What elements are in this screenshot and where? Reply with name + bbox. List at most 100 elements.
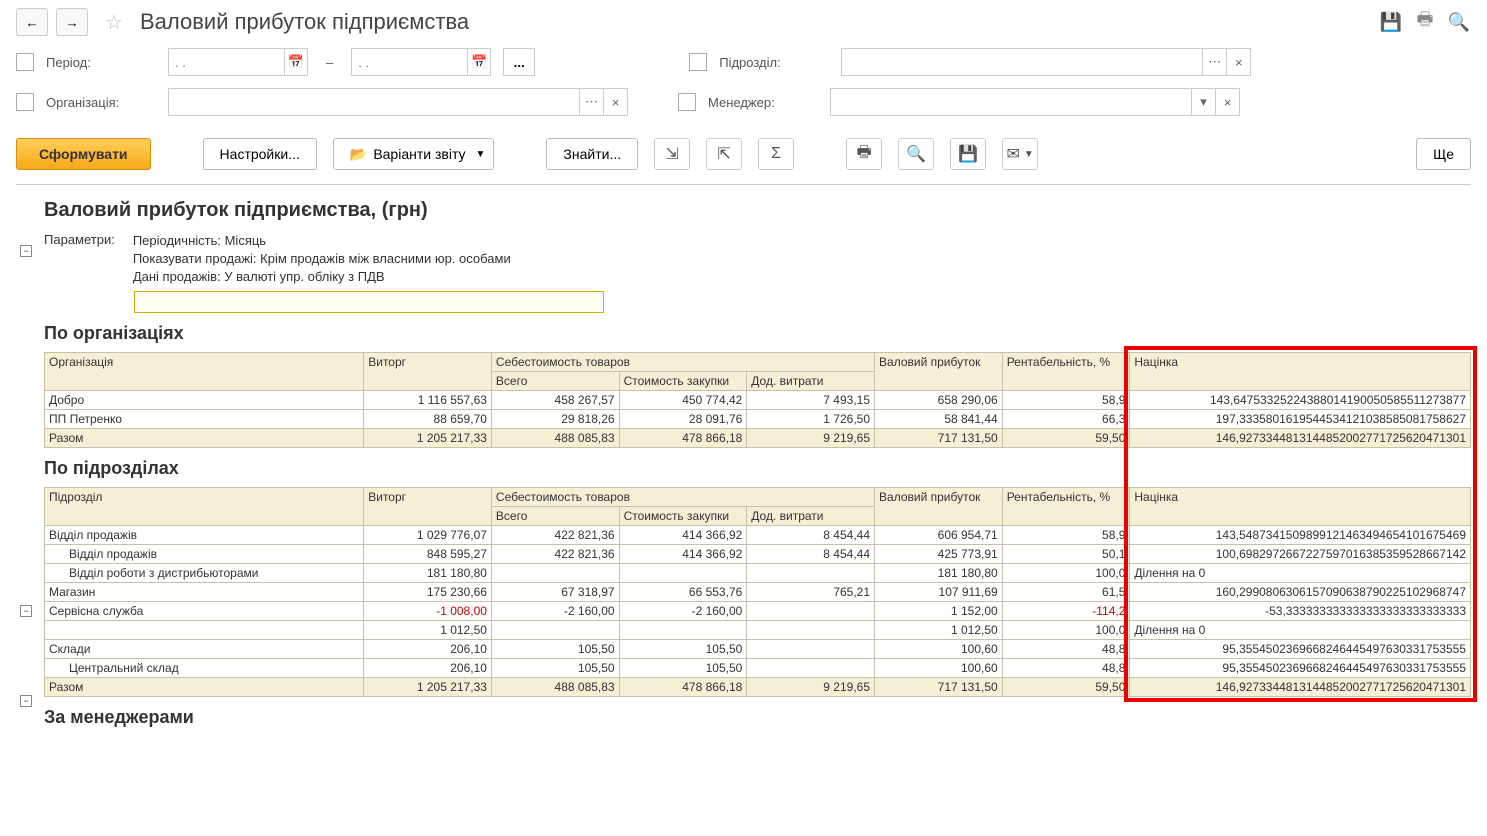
- cell-rent: 50,1: [1002, 544, 1130, 563]
- cell-revenue: 181 180,80: [364, 563, 492, 582]
- cell-revenue: 1 029 776,07: [364, 525, 492, 544]
- print-button[interactable]: 🖶: [846, 138, 882, 170]
- dots-icon[interactable]: ⋯: [579, 89, 603, 115]
- date-to-field[interactable]: [352, 55, 467, 70]
- more-button[interactable]: Ще: [1416, 138, 1471, 170]
- cell-rent: 48,8: [1002, 658, 1130, 677]
- save-icon[interactable]: 💾: [1379, 10, 1403, 34]
- cell-add-exp: [747, 563, 875, 582]
- date-to-input[interactable]: 📅: [351, 48, 491, 76]
- report-variants-button[interactable]: 📂 Варіанти звіту ▼: [333, 138, 495, 170]
- cell-add-exp: 8 454,44: [747, 525, 875, 544]
- table-row[interactable]: ПП Петренко 88 659,70 29 818,26 28 091,7…: [45, 409, 1471, 428]
- table-row[interactable]: Відділ продажів 848 595,27 422 821,36 41…: [45, 544, 1471, 563]
- preview-button[interactable]: 🔍: [898, 138, 934, 170]
- organization-select[interactable]: ⋯ ×: [168, 88, 628, 116]
- calendar-icon[interactable]: 📅: [467, 49, 490, 75]
- dots-icon[interactable]: ⋯: [1202, 49, 1226, 75]
- sum-button[interactable]: Σ: [758, 138, 794, 170]
- tree-toggle[interactable]: −: [20, 695, 32, 707]
- date-from-field[interactable]: [169, 55, 284, 70]
- period-checkbox[interactable]: [16, 53, 34, 71]
- col-revenue: Виторг: [364, 352, 492, 390]
- chevron-down-icon: ▼: [1024, 149, 1034, 160]
- cell-rent: 58,9: [1002, 390, 1130, 409]
- params-caption: Параметри:: [44, 232, 115, 287]
- col-cost-purchase: Стоимость закупки: [619, 506, 747, 525]
- cell-revenue: 206,10: [364, 658, 492, 677]
- top-toolbar: ← → ☆ Валовий прибуток підприємства 💾 🖶 …: [0, 0, 1487, 44]
- organization-field[interactable]: [169, 95, 579, 110]
- cell-cost-total: 29 818,26: [491, 409, 619, 428]
- manager-select[interactable]: ▾ ×: [830, 88, 1240, 116]
- cell-markup: 143,64753325224388014190050585511273877: [1130, 390, 1471, 409]
- cell-cost-purchase: 478 866,18: [619, 677, 747, 696]
- cell-cost-total: [491, 563, 619, 582]
- col-organization: Організація: [45, 352, 364, 390]
- table-row[interactable]: Склади 206,10 105,50 105,50 100,60 48,8 …: [45, 639, 1471, 658]
- table-row[interactable]: Центральний склад 206,10 105,50 105,50 1…: [45, 658, 1471, 677]
- report-area: − − − Валовий прибуток підприємства, (гр…: [16, 184, 1471, 728]
- table-row[interactable]: Магазин 175 230,66 67 318,97 66 553,76 7…: [45, 582, 1471, 601]
- cell-rent: 59,50: [1002, 428, 1130, 447]
- email-button[interactable]: ✉ ▼: [1002, 138, 1038, 170]
- table-row[interactable]: 1 012,50 1 012,50 100,0 Ділення на 0: [45, 620, 1471, 639]
- clear-icon[interactable]: ×: [1215, 89, 1239, 115]
- tree-toggle[interactable]: −: [20, 605, 32, 617]
- division-field[interactable]: [842, 55, 1202, 70]
- chevron-down-icon[interactable]: ▾: [1191, 89, 1215, 115]
- cell-rent: -114,2: [1002, 601, 1130, 620]
- param-line: Періодичність: Місяць: [133, 232, 511, 250]
- table-row[interactable]: Разом 1 205 217,33 488 085,83 478 866,18…: [45, 677, 1471, 696]
- back-button[interactable]: ←: [16, 8, 48, 36]
- cell-name: [45, 620, 364, 639]
- cell-name: Центральний склад: [45, 658, 364, 677]
- cell-cost-purchase: 414 366,92: [619, 544, 747, 563]
- collapse-all-button[interactable]: ⇱: [706, 138, 742, 170]
- print-icon[interactable]: 🖶: [1413, 10, 1437, 34]
- save-report-button[interactable]: 💾: [950, 138, 986, 170]
- cell-cost-purchase: 105,50: [619, 658, 747, 677]
- settings-button[interactable]: Настройки...: [203, 138, 317, 170]
- folder-icon: 📂: [350, 146, 367, 163]
- organization-checkbox[interactable]: [16, 93, 34, 111]
- manager-checkbox[interactable]: [678, 93, 696, 111]
- cell-rent: 61,5: [1002, 582, 1130, 601]
- header-row: Підрозділ Виторг Себестоимость товаров В…: [45, 487, 1471, 506]
- division-select[interactable]: ⋯ ×: [841, 48, 1251, 76]
- cell-cost-total: 105,50: [491, 639, 619, 658]
- forward-button[interactable]: →: [56, 8, 88, 36]
- selected-cell-highlight: [134, 291, 604, 313]
- cell-cost-total: 422 821,36: [491, 544, 619, 563]
- table-row[interactable]: Відділ роботи з дистрибьюторами 181 180,…: [45, 563, 1471, 582]
- generate-button[interactable]: Сформувати: [16, 138, 151, 170]
- cell-cost-purchase: -2 160,00: [619, 601, 747, 620]
- header-row: Організація Виторг Себестоимость товаров…: [45, 352, 1471, 371]
- cell-profit: 658 290,06: [875, 390, 1003, 409]
- chevron-down-icon: ▼: [476, 149, 486, 160]
- manager-field[interactable]: [831, 95, 1191, 110]
- col-cost-total: Всего: [491, 506, 619, 525]
- favorite-star-icon[interactable]: ☆: [102, 10, 126, 34]
- table-row[interactable]: Разом 1 205 217,33 488 085,83 478 866,18…: [45, 428, 1471, 447]
- param-line: Дані продажів: У валюті упр. обліку з ПД…: [133, 268, 511, 286]
- cell-markup: 146,92733448131448520027717256204713​01: [1130, 428, 1471, 447]
- cell-profit: 717 131,50: [875, 428, 1003, 447]
- cell-add-exp: 1 726,50: [747, 409, 875, 428]
- period-select-button[interactable]: ...: [503, 48, 535, 76]
- calendar-icon[interactable]: 📅: [284, 49, 307, 75]
- date-from-input[interactable]: 📅: [168, 48, 308, 76]
- clear-icon[interactable]: ×: [1226, 49, 1250, 75]
- search-file-icon[interactable]: 🔍: [1447, 10, 1471, 34]
- table-row[interactable]: Сервісна служба -1 008,00 -2 160,00 -2 1…: [45, 601, 1471, 620]
- table-row[interactable]: Добро 1 116 557,63 458 267,57 450 774,42…: [45, 390, 1471, 409]
- tree-toggle[interactable]: −: [20, 245, 32, 257]
- find-button[interactable]: Знайти...: [546, 138, 638, 170]
- expand-all-button[interactable]: ⇲: [654, 138, 690, 170]
- cell-revenue: 175 230,66: [364, 582, 492, 601]
- cell-add-exp: [747, 601, 875, 620]
- division-checkbox[interactable]: [689, 53, 707, 71]
- clear-icon[interactable]: ×: [603, 89, 627, 115]
- table-row[interactable]: Відділ продажів 1 029 776,07 422 821,36 …: [45, 525, 1471, 544]
- col-add-expenses: Дод. витрати: [747, 371, 875, 390]
